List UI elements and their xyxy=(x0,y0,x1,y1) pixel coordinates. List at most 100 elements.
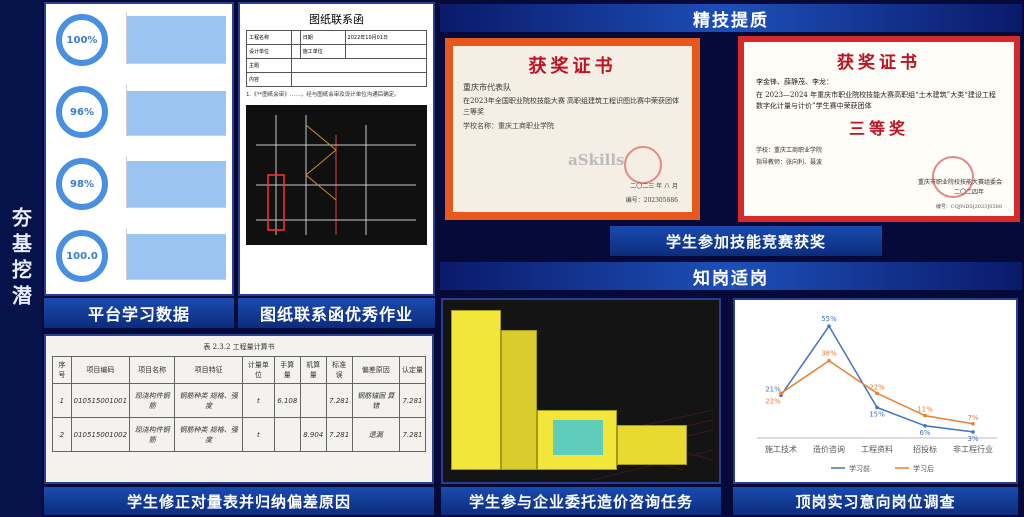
sheet-header-cell: 标准误 xyxy=(325,356,353,384)
sheet-cell: 7.281 xyxy=(398,417,427,452)
platform-caption: 平台学习数据 xyxy=(44,298,234,328)
cell: 设计单位 xyxy=(246,44,292,59)
sheet-title: 表 2.3.2 工程量计算书 xyxy=(203,343,275,351)
letter-paragraph: 1.《**图纸会审》……，经与图纸会审及设计单位沟通后确定。 xyxy=(246,92,400,98)
mini-area-chart xyxy=(126,228,226,280)
sheet-cell: 010515001001 xyxy=(70,383,131,418)
letter-doc-title: 图纸联系函 xyxy=(309,13,364,26)
x-tick-label: 工程资料 xyxy=(861,444,893,454)
data-label: 38% xyxy=(821,350,837,358)
bim-model xyxy=(441,298,721,484)
survey-chart-panel: 施工技术 造价咨询 工程资料 招投标 非工程行业 21% 55% 15% 6% 3% 22% 38% 2… xyxy=(733,298,1018,484)
cert1-watermark: aSkills xyxy=(568,151,625,169)
mini-area-fill xyxy=(127,234,226,279)
sheet-header-cell: 机算量 xyxy=(299,356,327,384)
legend-label: 学习后 xyxy=(913,464,934,473)
cad-drawing xyxy=(246,105,427,245)
cell xyxy=(290,72,428,87)
survey-chart: 施工技术 造价咨询 工程资料 招投标 非工程行业 21% 55% 15% 6% 3% 22% 38% 2… xyxy=(757,315,997,473)
quantity-sheet: 表 2.3.2 工程量计算书 序号 项目编码 项目名称 项目特征 计量单位 手算量 机算量标… xyxy=(44,334,434,484)
sheet-header-cell: 项目名称 xyxy=(129,356,176,384)
sheet-cell: 010515001002 xyxy=(70,417,131,452)
mini-area-chart xyxy=(126,156,226,208)
sheet-cell xyxy=(299,383,327,418)
platform-panel: 100% 96% 98% 100.0 xyxy=(44,2,234,296)
table-row: 2 010515001002 现浇构件钢筋 钢筋种类 规格、强度 t 8.904 7.281… xyxy=(52,417,427,452)
data-point xyxy=(779,391,783,396)
sidebar: 夯基挖潜 xyxy=(0,0,42,517)
cell: 日期 xyxy=(299,30,346,45)
skills-caption: 学生参加技能竞赛获奖 xyxy=(610,226,882,256)
certificate-chongqing: 获奖证书 李金锋、薛静茂、李龙： 在 2023—2024 年重庆市职业院校技能大… xyxy=(738,36,1020,222)
data-label: 6% xyxy=(919,429,930,437)
sheet-header-cell: 计量单位 xyxy=(241,356,275,384)
cell xyxy=(290,44,301,59)
cert1-body: 在2023年全国职业院校技能大赛 高职组建筑工程识图比赛中荣获团体 三等奖 xyxy=(463,97,680,116)
sheet-cell: 钢筋种类 规格、强度 xyxy=(174,383,243,418)
x-tick-label: 非工程行业 xyxy=(953,444,993,454)
data-point xyxy=(827,324,831,328)
x-tick-label: 造价咨询 xyxy=(813,444,845,454)
sheet-cell: 钢筋种类 规格、强度 xyxy=(174,417,243,452)
sheet-cell: 遗漏 xyxy=(351,417,400,452)
progress-donut: 100% xyxy=(56,14,108,66)
cert1-code: 编号：202305886 xyxy=(625,197,678,204)
cert1-seal xyxy=(624,146,662,184)
progress-donut: 100.0 xyxy=(56,230,108,282)
cert1-title: 获奖证书 xyxy=(528,56,617,77)
data-point xyxy=(923,413,927,418)
data-point xyxy=(971,430,975,434)
data-point xyxy=(923,424,927,428)
data-point xyxy=(875,405,879,410)
sheet-cell: 7.281 xyxy=(325,383,353,418)
data-label: 22% xyxy=(869,383,885,391)
cert2-school: 学校：重庆工商职业学院 xyxy=(756,147,823,154)
cert2-title: 获奖证书 xyxy=(837,53,921,73)
bim-caption: 学生参与企业委托造价咨询任务 xyxy=(441,487,721,515)
cell xyxy=(290,30,301,45)
x-tick-label: 施工技术 xyxy=(765,444,797,454)
cell: 2022年10月01日 xyxy=(344,30,428,45)
sheet-cell: 钢筋锚固 算错 xyxy=(351,383,400,418)
sheet-header-cell: 序号 xyxy=(52,356,72,384)
data-label: 7% xyxy=(967,414,978,422)
certificate-national: 获奖证书 重庆市代表队 在2023年全国职业院校技能大赛 高职组建筑工程识图比赛… xyxy=(445,38,700,220)
sheet-cell: t xyxy=(241,383,275,418)
sheet-header-cell: 项目特征 xyxy=(174,356,243,384)
cert1-team: 重庆市代表队 xyxy=(463,83,511,92)
tower-wing xyxy=(501,330,537,470)
sheet-header-cell: 认定量 xyxy=(398,356,427,384)
mini-area-fill xyxy=(127,91,226,135)
sheet-cell: 8.904 xyxy=(299,417,327,452)
cert1-school: 学校名称：重庆工商职业学院 xyxy=(463,122,554,130)
cert2-names: 李金锋、薛静茂、李龙： xyxy=(756,78,833,86)
post-header: 知岗适岗 xyxy=(440,262,1022,290)
cell xyxy=(290,58,428,73)
skills-header: 精技提质 xyxy=(440,4,1022,32)
data-label: 21% xyxy=(765,385,781,393)
cell: 施工单位 xyxy=(299,44,346,59)
sheet-header-cell: 手算量 xyxy=(273,356,301,384)
sheet-cell: 现浇构件钢筋 xyxy=(129,417,176,452)
cert2-code: 编号：CQJNDS[2023]0588 xyxy=(935,204,1002,210)
mini-area-fill xyxy=(127,161,226,207)
podium-glass xyxy=(553,420,603,455)
sheet-table: 序号 项目编码 项目名称 项目特征 计量单位 手算量 机算量 标准误 偏差原因 认定量 1 0105… xyxy=(52,356,427,452)
data-point xyxy=(875,391,879,396)
legend-label: 学习前 xyxy=(849,464,870,473)
data-label: 22% xyxy=(765,397,781,405)
cell: 内容 xyxy=(246,72,292,87)
low-block xyxy=(617,425,687,465)
progress-donut: 96% xyxy=(56,86,108,138)
letter-caption: 图纸联系函优秀作业 xyxy=(238,298,435,328)
letter-table: 工程名称 日期 2022年10月01日 设计单位 施工单位 主题 内容 xyxy=(246,30,428,87)
data-point xyxy=(971,421,975,426)
sheet-cell: 1 xyxy=(52,383,72,418)
tower-block xyxy=(451,310,501,470)
cell: 工程名称 xyxy=(246,30,292,45)
mini-area-fill xyxy=(127,16,226,63)
data-label: 11% xyxy=(917,406,933,414)
letter-panel: 图纸联系函 工程名称 日期 2022年10月01日 设计单位 施工单位 主题 内容 1… xyxy=(238,2,435,296)
sheet-caption: 学生修正对量表并归纳偏差原因 xyxy=(44,487,434,515)
cell xyxy=(344,44,428,59)
